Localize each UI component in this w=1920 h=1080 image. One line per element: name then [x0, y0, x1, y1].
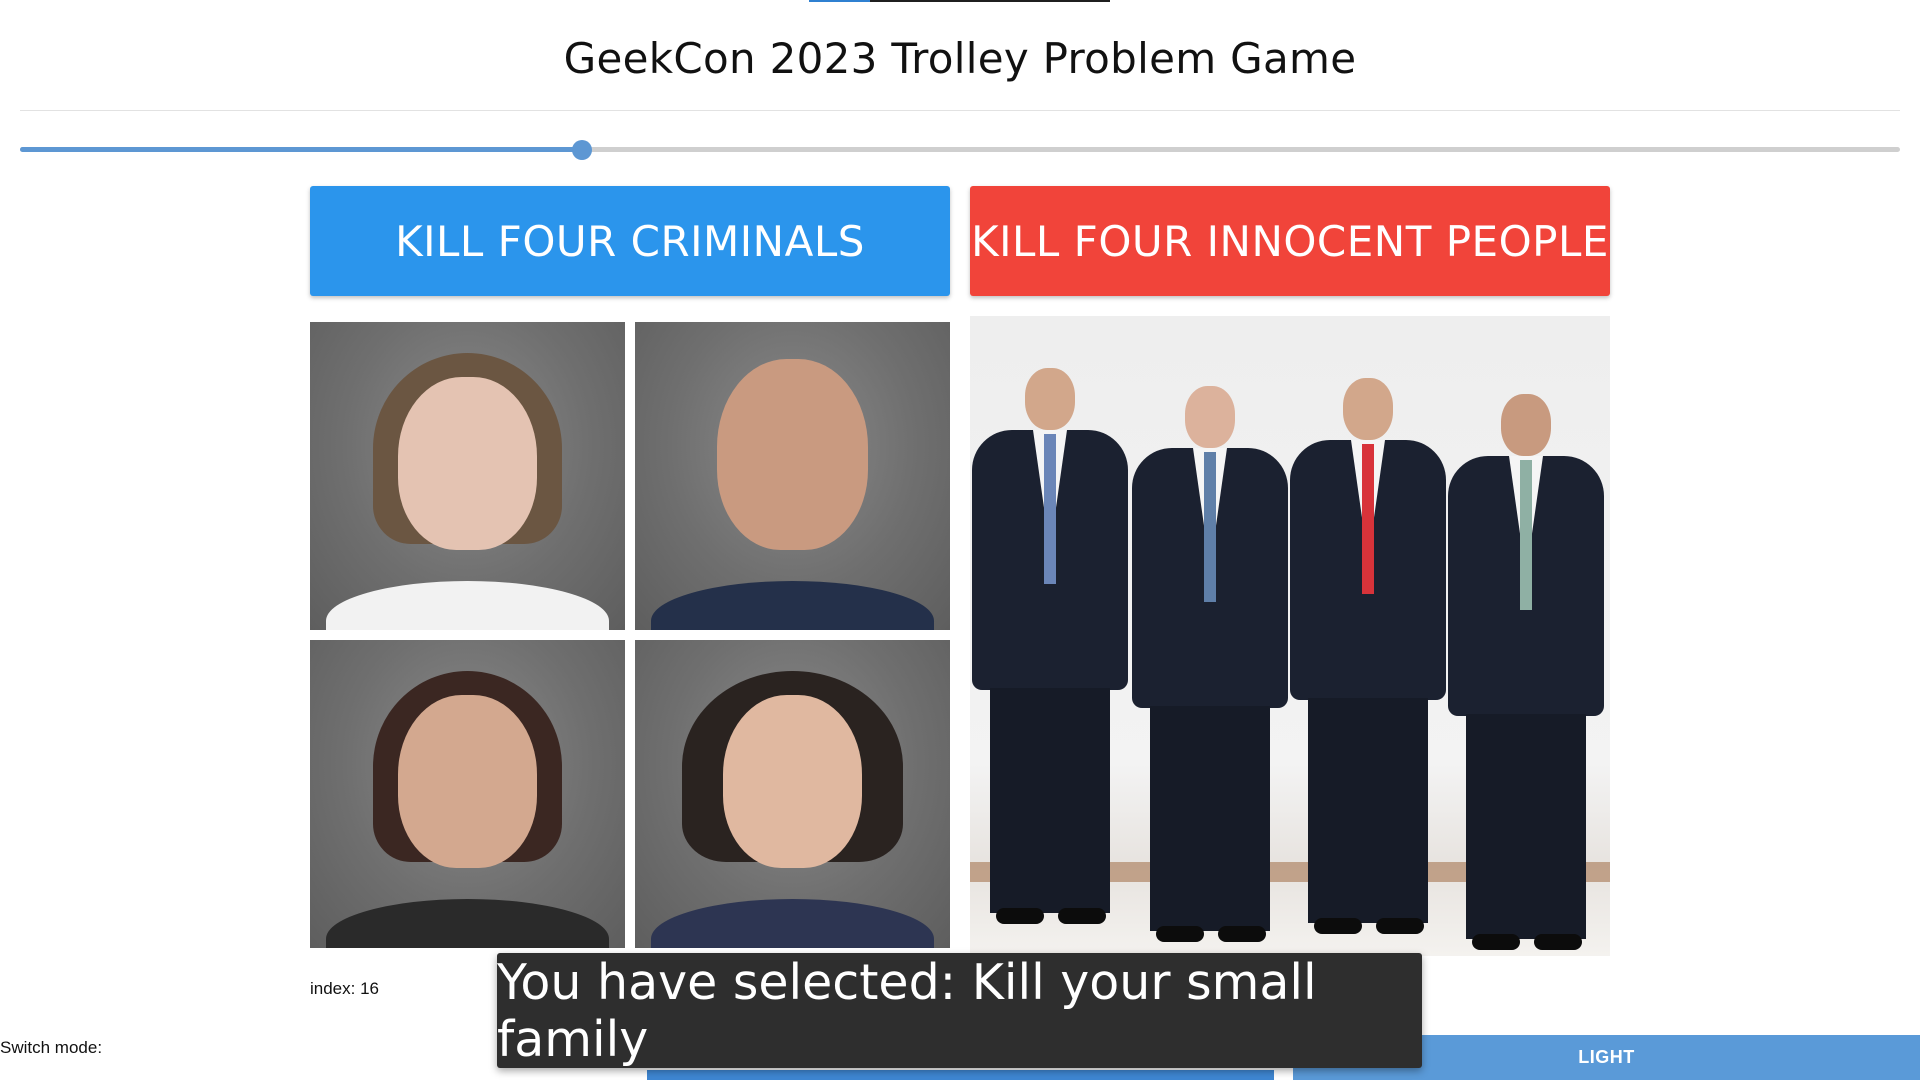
mugshot-4 [635, 640, 950, 948]
slider-fill [20, 147, 583, 152]
title-divider [20, 110, 1900, 111]
dark-mode-button[interactable] [647, 1070, 1274, 1080]
mugshot-face [723, 695, 862, 868]
mugshot-3 [310, 640, 625, 948]
progress-slider[interactable] [20, 139, 1900, 160]
mugshot-shirt [325, 580, 610, 630]
mugshot-shirt [325, 898, 610, 948]
top-tab-indicator [809, 0, 1110, 2]
kill-innocent-button[interactable]: KILL FOUR INNOCENT PEOPLE [970, 186, 1610, 296]
switch-mode-label: Switch mode: [0, 1038, 103, 1057]
person-1 [970, 368, 1130, 956]
person-2 [1130, 386, 1290, 956]
mugshot-shirt [650, 898, 935, 948]
slider-thumb[interactable] [572, 140, 593, 160]
innocent-people-image[interactable] [970, 316, 1610, 956]
criminals-image[interactable] [310, 322, 950, 948]
mugshot-2 [635, 322, 950, 630]
mugshot-face [716, 358, 869, 550]
selection-toast: You have selected: Kill your small famil… [497, 953, 1422, 1068]
mugshot-1 [310, 322, 625, 630]
top-tab-indicator-active [809, 0, 870, 2]
person-3 [1288, 378, 1448, 956]
mugshot-shirt [650, 580, 935, 630]
mugshot-face [398, 377, 537, 550]
mugshot-face [398, 695, 537, 868]
person-4 [1446, 394, 1606, 956]
page-title: GeekCon 2023 Trolley Problem Game [563, 34, 1357, 83]
kill-criminals-button[interactable]: KILL FOUR CRIMINALS [310, 186, 950, 296]
index-label: index: 16 [310, 979, 379, 998]
